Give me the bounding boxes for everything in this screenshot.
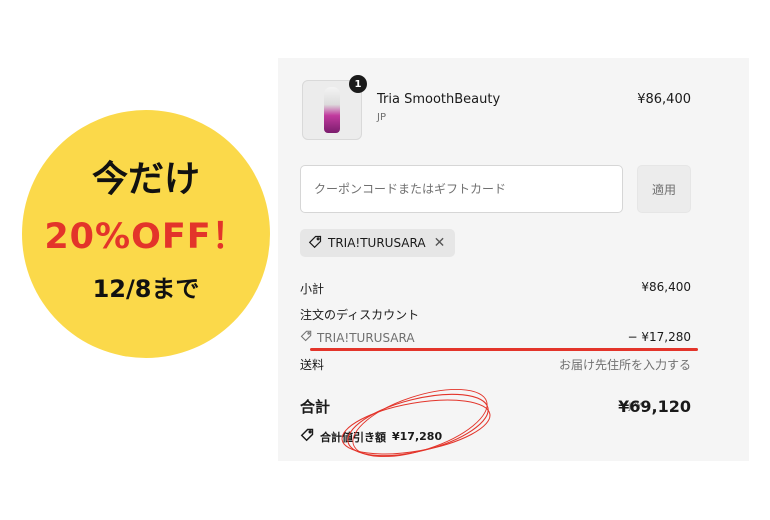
highlight-underline xyxy=(310,348,698,351)
total-label: 合計 xyxy=(300,398,331,416)
subtotal-label: 小計 xyxy=(300,282,325,296)
discount-label: 注文のディスカウント xyxy=(300,308,420,322)
savings-value: ¥17,280 xyxy=(392,430,443,443)
tag-icon xyxy=(300,330,312,345)
coupon-input[interactable] xyxy=(300,165,623,213)
discount-code: TRIA!TURUSARA xyxy=(300,330,415,345)
discount-value: − ¥17,280 xyxy=(627,330,692,344)
product-variant: JP xyxy=(377,112,386,123)
savings-label: 合計値引き額 xyxy=(320,430,386,444)
tag-icon xyxy=(300,428,314,445)
subtotal-value: ¥86,400 xyxy=(641,280,691,294)
discount-code-label: TRIA!TURUSARA xyxy=(317,330,415,345)
total-value: ¥69,120 xyxy=(618,397,691,416)
remove-code-icon[interactable]: ✕ xyxy=(434,235,446,251)
promo-badge: 今だけ 20%OFF！ 12/8まで xyxy=(22,110,270,358)
apply-button[interactable]: 適用 xyxy=(637,165,691,213)
promo-headline: 今だけ xyxy=(91,158,200,200)
total-savings: 合計値引き額 ¥17,280 xyxy=(300,428,442,445)
tag-icon xyxy=(308,235,322,252)
discount-row: TRIA!TURUSARA − ¥17,280 xyxy=(300,330,691,345)
subtotal-row: 小計 ¥86,400 xyxy=(300,280,691,297)
shipping-value: お届け先住所を入力する xyxy=(558,358,691,372)
promo-deadline: 12/8まで xyxy=(92,274,200,303)
shipping-label: 送料 xyxy=(300,358,325,372)
applied-code-label: TRIA!TURUSARA xyxy=(328,236,426,250)
product-name: Tria SmoothBeauty xyxy=(377,92,501,107)
discount-heading-row: 注文のディスカウント xyxy=(300,306,691,323)
product-price: ¥86,400 xyxy=(637,92,691,107)
applied-code-chip: TRIA!TURUSARA ✕ xyxy=(300,229,456,257)
quantity-badge: 1 xyxy=(349,75,367,93)
order-summary-panel: 1 Tria SmoothBeauty JP ¥86,400 適用 TRIA!T… xyxy=(278,58,749,461)
shipping-row: 送料 お届け先住所を入力する xyxy=(300,356,691,373)
product-image xyxy=(324,87,340,133)
promo-discount: 20%OFF！ xyxy=(44,216,248,257)
